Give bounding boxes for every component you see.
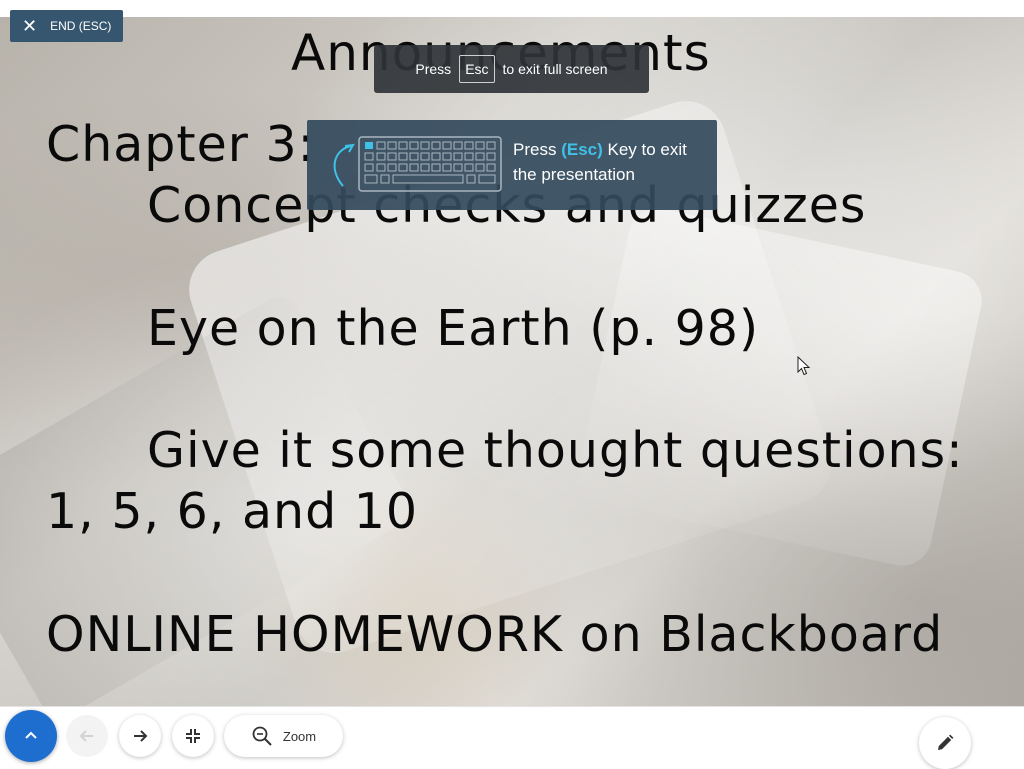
end-button-label: END (ESC)	[50, 19, 112, 33]
esc-key-hint-panel: Press (Esc) Key to exit the presentation	[307, 120, 717, 210]
previous-slide-button[interactable]	[66, 715, 108, 757]
close-icon: ✕	[22, 16, 38, 36]
hint-esc-key: (Esc)	[561, 140, 603, 159]
slide-line-eye-on-earth: Eye on the Earth (p. 98)	[147, 300, 760, 357]
slide-line-give-it-thought: Give it some thought questions:	[147, 422, 964, 479]
pencil-icon	[938, 734, 954, 750]
zoom-out-icon	[252, 726, 272, 746]
annotation-pen-button[interactable]	[919, 717, 971, 769]
mouse-cursor-icon	[797, 356, 811, 376]
zoom-label: Zoom	[282, 728, 317, 744]
slide-line-question-numbers: 1, 5, 6, and 10	[46, 483, 419, 540]
next-slide-button[interactable]	[119, 715, 161, 757]
end-presentation-button[interactable]: ✕ END (ESC)	[10, 10, 123, 42]
zoom-button[interactable]: Zoom	[224, 715, 343, 757]
slide-line-chapter: Chapter 3:	[46, 116, 316, 173]
fullscreen-exit-toast: Press Esc to exit full screen	[374, 45, 649, 93]
arrow-left-icon	[79, 730, 93, 742]
chevron-up-icon	[25, 731, 37, 739]
arrow-right-icon	[134, 730, 148, 742]
toolbar-toggle-button[interactable]	[5, 710, 57, 762]
exit-fullscreen-icon	[186, 729, 200, 743]
toast-press-text: Press	[415, 61, 452, 77]
top-strip	[0, 0, 1024, 17]
hint-press-text: Press	[513, 140, 557, 159]
esc-hint-text: Press (Esc) Key to exit the presentation	[513, 137, 711, 187]
slide-line-online-homework: ONLINE HOMEWORK on Blackboard	[46, 606, 944, 663]
keyboard-icon	[333, 136, 502, 192]
presentation-toolbar: Zoom	[0, 706, 1024, 769]
esc-key-badge: Esc	[459, 55, 495, 83]
exit-fullscreen-button[interactable]	[172, 715, 214, 757]
toast-exit-text: to exit full screen	[502, 61, 608, 77]
